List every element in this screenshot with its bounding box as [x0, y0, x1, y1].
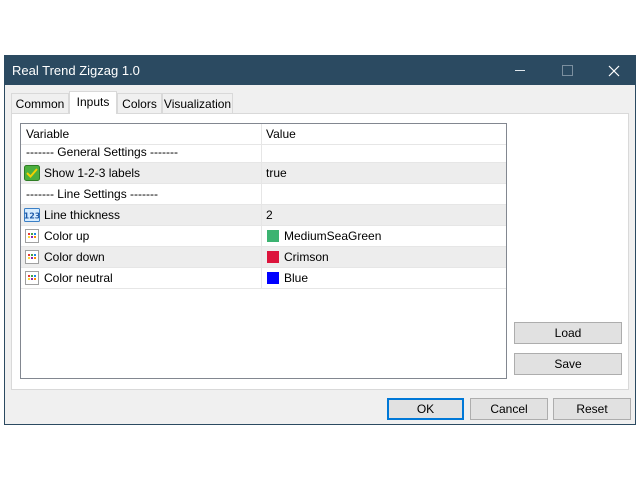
column-header-variable[interactable]: Variable	[21, 124, 262, 144]
reset-button[interactable]: Reset	[553, 398, 631, 420]
tab-common-label: Common	[15, 97, 65, 111]
variable-cell: Color neutral	[21, 268, 262, 288]
value-cell[interactable]	[262, 184, 506, 204]
value-cell[interactable]: Crimson	[262, 247, 506, 267]
maximize-icon	[561, 65, 573, 76]
tab-common[interactable]: Common	[11, 93, 69, 113]
value-cell[interactable]: true	[262, 163, 510, 183]
table-row-line-thickness[interactable]: 123 Line thickness 2	[21, 205, 506, 226]
inputs-grid: Variable Value ------- General Settings …	[20, 123, 507, 379]
tab-visualization[interactable]: Visualization	[162, 93, 233, 113]
variable-cell: 123 Line thickness	[21, 205, 262, 225]
column-header-variable-label: Variable	[26, 127, 70, 141]
table-row-line-settings[interactable]: ------- Line Settings -------	[21, 184, 506, 205]
minimize-icon	[515, 70, 525, 71]
tab-colors[interactable]: Colors	[117, 93, 162, 113]
variable-cell: Show 1-2-3 labels	[21, 163, 262, 183]
cancel-button[interactable]: Cancel	[470, 398, 548, 420]
variable-name: Color neutral	[44, 271, 113, 285]
variable-name: ------- Line Settings -------	[26, 187, 158, 201]
variable-name: Color up	[44, 229, 90, 243]
column-header-value-label: Value	[266, 127, 296, 141]
variable-cell: ------- Line Settings -------	[21, 184, 262, 204]
color-palette-icon	[24, 228, 40, 244]
title-bar[interactable]: Real Trend Zigzag 1.0	[5, 56, 635, 85]
svg-text:123: 123	[24, 212, 40, 221]
variable-name: ------- General Settings -------	[26, 145, 178, 159]
table-row-color-up[interactable]: Color up MediumSeaGreen	[21, 226, 506, 247]
load-button-label: Load	[554, 326, 582, 340]
reset-button-label: Reset	[576, 402, 608, 416]
color-palette-icon	[24, 249, 40, 265]
window-title: Real Trend Zigzag 1.0	[12, 63, 140, 78]
tab-inputs-label: Inputs	[76, 95, 110, 109]
color-swatch	[267, 272, 279, 284]
color-palette-icon	[24, 270, 40, 286]
value-cell[interactable]	[262, 142, 506, 162]
minimize-button[interactable]	[497, 56, 543, 85]
variable-cell: Color up	[21, 226, 262, 246]
table-row-show-labels[interactable]: Show 1-2-3 labels true	[21, 163, 506, 184]
variable-value: Crimson	[284, 250, 329, 264]
variable-value: MediumSeaGreen	[284, 229, 382, 243]
tab-colors-label: Colors	[122, 97, 157, 111]
variable-value: 2	[266, 208, 273, 222]
maximize-button[interactable]	[544, 56, 590, 85]
cancel-button-label: Cancel	[490, 402, 528, 416]
table-row-color-neutral[interactable]: Color neutral Blue	[21, 268, 506, 289]
value-cell[interactable]: 2	[262, 205, 510, 225]
save-button-label: Save	[554, 357, 582, 371]
variable-value: Blue	[284, 271, 309, 285]
boolean-icon	[24, 165, 40, 181]
tab-visualization-label: Visualization	[163, 97, 232, 111]
table-row-general-settings[interactable]: ------- General Settings -------	[21, 142, 506, 163]
dialog-window: Real Trend Zigzag 1.0 Common Inputs Colo…	[4, 55, 636, 425]
variable-cell: ------- General Settings -------	[21, 142, 262, 162]
column-header-value[interactable]: Value	[262, 124, 510, 144]
color-swatch	[267, 251, 279, 263]
variable-name: Color down	[44, 250, 105, 264]
variable-name: Line thickness	[44, 208, 121, 222]
variable-name: Show 1-2-3 labels	[44, 166, 141, 180]
value-cell[interactable]: Blue	[262, 268, 506, 288]
ok-button-label: OK	[416, 402, 435, 416]
load-button[interactable]: Load	[514, 322, 622, 344]
tab-inputs[interactable]: Inputs	[69, 91, 117, 114]
ok-button[interactable]: OK	[387, 398, 464, 420]
value-cell[interactable]: MediumSeaGreen	[262, 226, 506, 246]
close-icon	[608, 65, 620, 76]
variable-value: true	[266, 166, 287, 180]
save-button[interactable]: Save	[514, 353, 622, 375]
close-button[interactable]	[591, 56, 637, 85]
color-swatch	[267, 230, 279, 242]
integer-icon: 123	[24, 207, 40, 223]
table-row-color-down[interactable]: Color down Crimson	[21, 247, 506, 268]
variable-cell: Color down	[21, 247, 262, 267]
